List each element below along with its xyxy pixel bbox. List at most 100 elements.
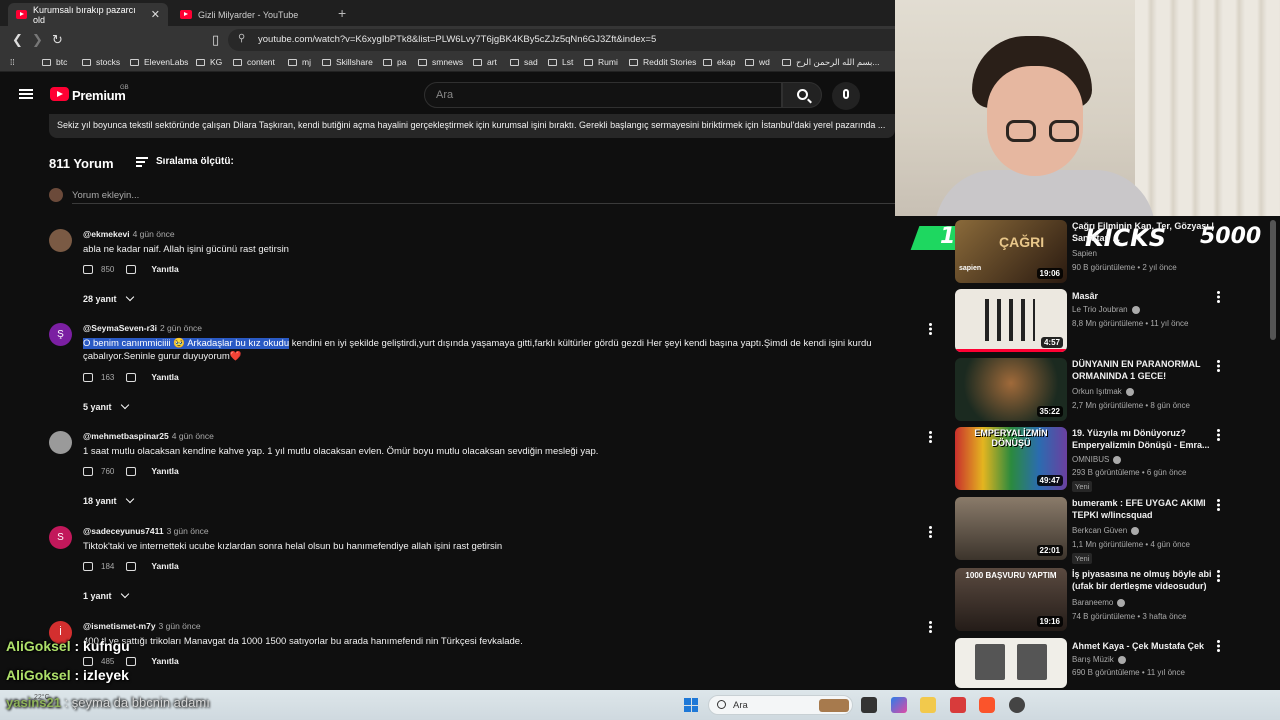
comment-author[interactable]: @mehmetbaspinar25 4 gün önce xyxy=(83,431,214,441)
channel-name[interactable]: Le Trio Joubran xyxy=(1072,305,1140,314)
video-menu-icon[interactable] xyxy=(1217,291,1220,303)
bookmark-icon[interactable]: ▯ xyxy=(212,32,219,48)
recommendation-item[interactable]: 1000 BAŞVURU YAPTIM 19:16 İş piyasasına … xyxy=(955,568,1265,632)
video-title[interactable]: DÜNYANIN EN PARANORMAL ORMANINDA 1 GECE! xyxy=(1072,358,1222,382)
reply-button[interactable]: Yanıtla xyxy=(151,561,178,571)
bookmark-kg[interactable]: KG xyxy=(196,57,222,67)
comment-menu-icon[interactable] xyxy=(929,323,932,335)
recommendation-item[interactable]: 4:57 Masâr Le Trio Joubran 8,8 Mn görünt… xyxy=(955,289,1265,353)
channel-name[interactable]: OMNIBUS xyxy=(1072,455,1122,464)
reply-button[interactable]: Yanıtla xyxy=(151,264,178,274)
close-tab-icon[interactable]: ✕ xyxy=(151,8,160,21)
sort-button[interactable]: Sıralama ölçütü: xyxy=(136,156,234,167)
video-title[interactable]: İş piyasasına ne olmuş böyle abi (ufak b… xyxy=(1072,568,1222,592)
comment-author[interactable]: @ismetismet-m7y 3 gün önce xyxy=(83,621,201,631)
video-title[interactable]: Çağrı Filminin Kan, Ter, Gözyaşı | Sanat… xyxy=(1072,220,1222,244)
voice-search-button[interactable] xyxy=(832,82,860,110)
bookmark-skillshare[interactable]: Skillshare xyxy=(322,57,373,67)
channel-name[interactable]: Barış Müzik xyxy=(1072,655,1126,664)
bookmark-stocks[interactable]: stocks xyxy=(82,57,120,67)
dislike-icon[interactable] xyxy=(126,372,137,382)
copilot-icon[interactable] xyxy=(891,697,907,713)
reload-icon[interactable]: ↻ xyxy=(52,32,63,48)
taskbar-search[interactable]: Ara xyxy=(708,695,853,715)
search-box[interactable] xyxy=(424,82,782,108)
comment-author[interactable]: @sadeceyunus7411 3 gün önce xyxy=(83,526,209,536)
forward-icon[interactable]: ❯ xyxy=(32,32,43,48)
file-explorer-icon[interactable] xyxy=(920,697,936,713)
avatar[interactable]: S xyxy=(49,526,72,549)
bookmark-reddit-stories[interactable]: Reddit Stories xyxy=(629,57,696,67)
channel-name[interactable]: Baraneemo xyxy=(1072,598,1126,607)
site-info-icon[interactable]: ⚲ xyxy=(238,33,245,44)
youtube-brand[interactable]: Premium xyxy=(72,88,126,103)
comment-menu-icon[interactable] xyxy=(929,431,932,443)
video-thumbnail[interactable]: 1000 BAŞVURU YAPTIM 19:16 xyxy=(955,568,1067,631)
like-icon[interactable] xyxy=(83,264,93,274)
snipping-tool-icon[interactable] xyxy=(950,697,966,713)
channel-name[interactable]: Sapien xyxy=(1072,249,1097,258)
comment-menu-icon[interactable] xyxy=(929,621,932,633)
replies-toggle[interactable]: 1 yanıt xyxy=(83,589,129,601)
video-thumbnail[interactable] xyxy=(955,638,1067,688)
comment-author[interactable]: @ekmekevi 4 gün önce xyxy=(83,229,175,239)
avatar[interactable]: Ş xyxy=(49,323,72,346)
replies-toggle[interactable]: 5 yanıt xyxy=(83,400,129,412)
comment-menu-icon[interactable] xyxy=(929,526,932,538)
video-menu-icon[interactable] xyxy=(1217,429,1220,441)
recommendation-item[interactable]: EMPERYALİZMİN DÖNÜŞÜ 49:47 19. Yüzyıla m… xyxy=(955,427,1265,492)
bookmark-bismillah[interactable]: بسم الله الرحمن الرح... xyxy=(782,57,880,68)
recommendation-item[interactable]: Ahmet Kaya - Çek Mustafa Çek Barış Müzik… xyxy=(955,638,1265,688)
video-title[interactable]: Ahmet Kaya - Çek Mustafa Çek xyxy=(1072,640,1222,652)
recommendation-item[interactable]: 22:01 bumeramk : EFE UYGAC AKIMI TEPKI w… xyxy=(955,497,1265,564)
tab-inactive[interactable]: Gizli Milyarder - YouTube xyxy=(172,3,332,26)
bookmark-lst[interactable]: Lst xyxy=(548,57,573,67)
bookmark-sad[interactable]: sad xyxy=(510,57,538,67)
new-tab-icon[interactable]: + xyxy=(338,5,346,21)
replies-toggle[interactable]: 28 yanıt xyxy=(83,292,134,304)
bookmark-pa[interactable]: pa xyxy=(383,57,406,67)
menu-icon[interactable] xyxy=(19,89,33,99)
reply-button[interactable]: Yanıtla xyxy=(151,372,178,382)
video-thumbnail[interactable]: 22:01 xyxy=(955,497,1067,560)
bookmark-wd[interactable]: wd xyxy=(745,57,770,67)
video-title[interactable]: 19. Yüzyıla mı Dönüyoruz? Emperyalizmin … xyxy=(1072,427,1222,451)
search-input[interactable] xyxy=(425,83,781,107)
avatar[interactable] xyxy=(49,431,72,454)
video-title[interactable]: bumeramk : EFE UYGAC AKIMI TEPKI w/lincs… xyxy=(1072,497,1222,521)
windows-start-icon[interactable] xyxy=(684,698,698,712)
like-icon[interactable] xyxy=(83,372,93,382)
bookmark-btc[interactable]: btc xyxy=(42,57,67,67)
dislike-icon[interactable] xyxy=(126,264,137,274)
video-thumbnail[interactable]: 4:57 xyxy=(955,289,1067,352)
video-menu-icon[interactable] xyxy=(1217,499,1220,511)
video-thumbnail[interactable]: 35:22 xyxy=(955,358,1067,421)
comment-author[interactable]: @SeymaSeven-r3i 2 gün önce xyxy=(83,323,202,333)
video-menu-icon[interactable] xyxy=(1217,360,1220,372)
channel-name[interactable]: Berkcan Güven xyxy=(1072,526,1140,535)
reply-button[interactable]: Yanıtla xyxy=(151,466,178,476)
bookmark-ekap[interactable]: ekap xyxy=(703,57,735,67)
video-menu-icon[interactable] xyxy=(1217,640,1220,652)
video-menu-icon[interactable] xyxy=(1217,570,1220,582)
tab-active[interactable]: Kurumsalı bırakıp pazarcı old ✕ xyxy=(8,3,168,26)
add-comment-input[interactable]: Yorum ekleyin... xyxy=(72,190,139,201)
video-title[interactable]: Masâr xyxy=(1072,290,1222,302)
avatar[interactable] xyxy=(49,229,72,252)
like-icon[interactable] xyxy=(83,561,93,571)
scrollbar[interactable] xyxy=(1270,220,1276,340)
bookmark-elevenlabs[interactable]: ElevenLabs xyxy=(130,57,188,67)
video-thumbnail[interactable]: EMPERYALİZMİN DÖNÜŞÜ 49:47 xyxy=(955,427,1067,490)
recommendation-item[interactable]: ÇAĞRI sapien 19:06 Çağrı Filminin Kan, T… xyxy=(955,220,1265,284)
recommendation-item[interactable]: 35:22 DÜNYANIN EN PARANORMAL ORMANINDA 1… xyxy=(955,358,1265,422)
obs-icon[interactable] xyxy=(1009,697,1025,713)
dislike-icon[interactable] xyxy=(126,561,137,571)
channel-name[interactable]: Orkun Işıtmak xyxy=(1072,387,1134,396)
video-description[interactable]: Sekiz yıl boyunca tekstil sektöründe çal… xyxy=(49,114,895,138)
video-thumbnail[interactable]: ÇAĞRI sapien 19:06 xyxy=(955,220,1067,283)
task-view-icon[interactable] xyxy=(861,697,877,713)
bookmark-content[interactable]: content xyxy=(233,57,275,67)
bookmark-art[interactable]: art xyxy=(473,57,497,67)
bookmark-mj[interactable]: mj xyxy=(288,57,311,67)
like-icon[interactable] xyxy=(83,656,93,666)
